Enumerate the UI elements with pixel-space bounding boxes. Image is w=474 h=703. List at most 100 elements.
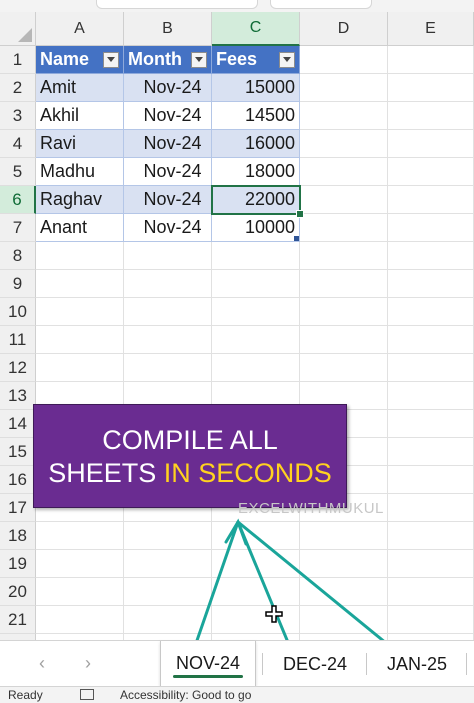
row-header-8[interactable]: 8: [0, 242, 36, 270]
empty-cell[interactable]: [124, 578, 212, 606]
empty-cell[interactable]: [124, 326, 212, 354]
row-header-2[interactable]: 2: [0, 74, 36, 102]
empty-cell[interactable]: [300, 102, 388, 130]
empty-cell[interactable]: [388, 326, 474, 354]
row-header-19[interactable]: 19: [0, 550, 36, 578]
empty-cell[interactable]: [36, 326, 124, 354]
empty-cell[interactable]: [388, 466, 474, 494]
empty-cell[interactable]: [212, 522, 300, 550]
row-header-3[interactable]: 3: [0, 102, 36, 130]
next-sheet-button[interactable]: ›: [76, 651, 100, 675]
row-header-13[interactable]: 13: [0, 382, 36, 410]
cell-fees[interactable]: 16000: [212, 130, 300, 158]
row-header-11[interactable]: 11: [0, 326, 36, 354]
empty-cell[interactable]: [300, 158, 388, 186]
empty-cell[interactable]: [212, 298, 300, 326]
cell-name[interactable]: Ravi: [36, 130, 124, 158]
empty-cell[interactable]: [212, 550, 300, 578]
empty-cell[interactable]: [388, 74, 474, 102]
empty-cell[interactable]: [300, 186, 388, 214]
empty-cell[interactable]: [388, 522, 474, 550]
empty-cell[interactable]: [388, 130, 474, 158]
empty-cell[interactable]: [300, 354, 388, 382]
sheet-tab-nov-24[interactable]: NOV-24: [160, 641, 256, 687]
empty-cell[interactable]: [388, 214, 474, 242]
status-accessibility[interactable]: Accessibility: Good to go: [120, 688, 251, 702]
empty-cell[interactable]: [388, 102, 474, 130]
cell-name[interactable]: Anant: [36, 214, 124, 242]
empty-cell[interactable]: [36, 522, 124, 550]
table-header-fees[interactable]: Fees: [212, 46, 300, 74]
empty-cell[interactable]: [388, 186, 474, 214]
empty-cell[interactable]: [388, 494, 474, 522]
empty-cell[interactable]: [388, 382, 474, 410]
row-header-20[interactable]: 20: [0, 578, 36, 606]
empty-cell[interactable]: [300, 578, 388, 606]
empty-cell[interactable]: [212, 242, 300, 270]
empty-cell[interactable]: [300, 130, 388, 158]
cell-fees[interactable]: 10000: [212, 214, 300, 242]
empty-cell[interactable]: [388, 606, 474, 634]
empty-cell[interactable]: [212, 606, 300, 634]
empty-cell[interactable]: [300, 326, 388, 354]
cell-fees[interactable]: 18000: [212, 158, 300, 186]
empty-cell[interactable]: [388, 46, 474, 74]
empty-cell[interactable]: [388, 270, 474, 298]
empty-cell[interactable]: [124, 270, 212, 298]
cell-month[interactable]: Nov-24: [124, 74, 212, 102]
filter-dropdown-button[interactable]: [191, 51, 207, 68]
table-resize-handle[interactable]: [294, 236, 299, 241]
cell-month[interactable]: Nov-24: [124, 186, 212, 214]
row-header-12[interactable]: 12: [0, 354, 36, 382]
empty-cell[interactable]: [300, 550, 388, 578]
cell-month[interactable]: Nov-24: [124, 158, 212, 186]
cell-name[interactable]: Raghav: [36, 186, 124, 214]
empty-cell[interactable]: [36, 606, 124, 634]
select-all-button[interactable]: [0, 12, 36, 46]
row-header-4[interactable]: 4: [0, 130, 36, 158]
cell-name[interactable]: Akhil: [36, 102, 124, 130]
prev-sheet-button[interactable]: ‹: [30, 651, 54, 675]
column-header-b[interactable]: B: [124, 12, 212, 46]
row-header-15[interactable]: 15: [0, 438, 36, 466]
empty-cell[interactable]: [124, 522, 212, 550]
cell-month[interactable]: Nov-24: [124, 214, 212, 242]
empty-cell[interactable]: [212, 326, 300, 354]
row-header-1[interactable]: 1: [0, 46, 36, 74]
cell-fees[interactable]: 15000: [212, 74, 300, 102]
empty-cell[interactable]: [300, 298, 388, 326]
row-header-16[interactable]: 16: [0, 466, 36, 494]
row-header-14[interactable]: 14: [0, 410, 36, 438]
empty-cell[interactable]: [212, 270, 300, 298]
empty-cell[interactable]: [300, 242, 388, 270]
column-header-e[interactable]: E: [388, 12, 474, 46]
cell-month[interactable]: Nov-24: [124, 102, 212, 130]
empty-cell[interactable]: [212, 354, 300, 382]
empty-cell[interactable]: [124, 242, 212, 270]
row-header-21[interactable]: 21: [0, 606, 36, 634]
column-header-d[interactable]: D: [300, 12, 388, 46]
empty-cell[interactable]: [300, 74, 388, 102]
row-header-6[interactable]: 6: [0, 186, 36, 214]
table-header-name[interactable]: Name: [36, 46, 124, 74]
filter-dropdown-button[interactable]: [279, 51, 295, 68]
row-header-18[interactable]: 18: [0, 522, 36, 550]
table-header-month[interactable]: Month: [124, 46, 212, 74]
sheet-tab-jan-25[interactable]: JAN-25: [372, 641, 462, 687]
empty-cell[interactable]: [300, 214, 388, 242]
filter-dropdown-button[interactable]: [103, 51, 119, 68]
empty-cell[interactable]: [36, 550, 124, 578]
empty-cell[interactable]: [36, 578, 124, 606]
empty-cell[interactable]: [124, 354, 212, 382]
sheet-tab-dec-24[interactable]: DEC-24: [268, 641, 362, 687]
empty-cell[interactable]: [300, 46, 388, 74]
empty-cell[interactable]: [36, 354, 124, 382]
cell-name[interactable]: Madhu: [36, 158, 124, 186]
workbook-stats-icon[interactable]: [80, 689, 94, 700]
empty-cell[interactable]: [36, 270, 124, 298]
column-header-a[interactable]: A: [36, 12, 124, 46]
empty-cell[interactable]: [388, 158, 474, 186]
empty-cell[interactable]: [388, 298, 474, 326]
empty-cell[interactable]: [388, 410, 474, 438]
empty-cell[interactable]: [300, 522, 388, 550]
